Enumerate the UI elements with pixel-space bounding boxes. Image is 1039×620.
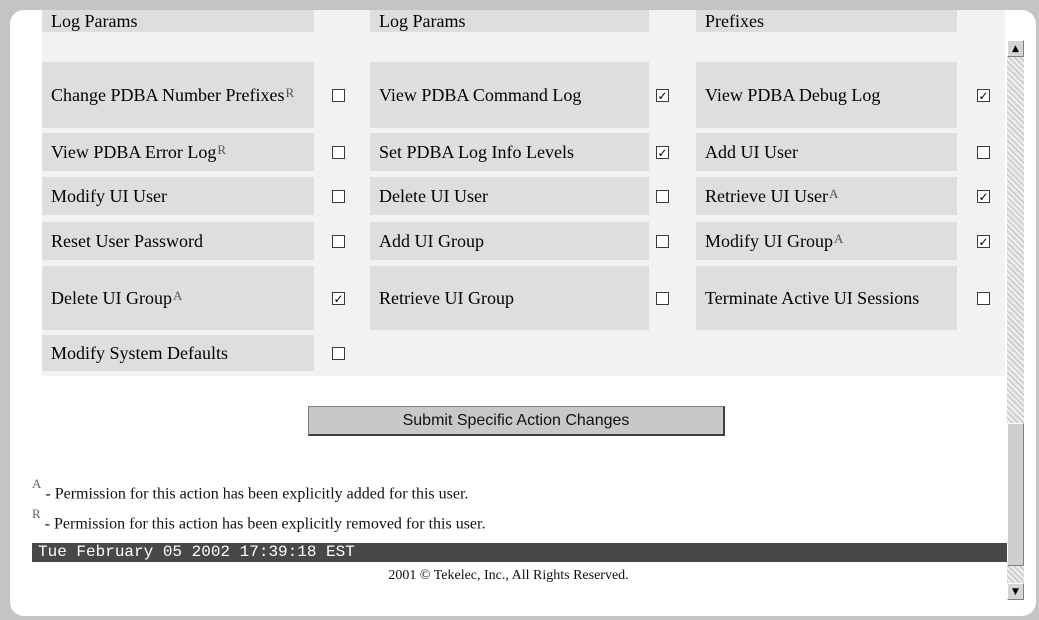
permission-label: Terminate Active UI Sessions bbox=[696, 266, 957, 330]
permission-label-text: Terminate Active UI Sessions bbox=[705, 287, 920, 308]
scroll-up-arrow-icon[interactable]: ▲ bbox=[1007, 40, 1024, 57]
permission-label-text: View PDBA Debug Log bbox=[705, 84, 881, 105]
permission-checkbox[interactable] bbox=[977, 89, 990, 102]
permission-label-text: View PDBA Error Log bbox=[51, 141, 217, 162]
permission-label-text: Retrieve UI Group bbox=[379, 287, 514, 308]
permission-label-text: Reset User Password bbox=[51, 230, 203, 251]
permission-label: Modify UI User bbox=[42, 177, 314, 215]
permission-change-mark: R bbox=[285, 84, 295, 100]
permission-checkbox[interactable] bbox=[332, 190, 345, 203]
permission-label: Retrieve UI User A bbox=[696, 177, 957, 215]
permission-label: Delete UI Group A bbox=[42, 266, 314, 330]
scrollbar-thumb[interactable] bbox=[1007, 423, 1024, 566]
permission-checkbox[interactable] bbox=[656, 89, 669, 102]
permission-label-text: View PDBA Command Log bbox=[379, 84, 582, 105]
permission-checkbox[interactable] bbox=[332, 235, 345, 248]
legend-added: A- Permission for this action has been e… bbox=[32, 476, 469, 503]
permission-label: Add UI Group bbox=[370, 222, 649, 260]
permission-label-text: Add UI Group bbox=[379, 230, 484, 251]
permission-label-text: Retrieve UI User bbox=[705, 185, 828, 206]
permission-change-mark: A bbox=[828, 185, 839, 201]
permission-checkbox[interactable] bbox=[332, 347, 345, 360]
permission-label-text: Log Params bbox=[51, 11, 138, 31]
permission-checkbox[interactable] bbox=[656, 235, 669, 248]
legend-text-added: - Permission for this action has been ex… bbox=[45, 485, 469, 503]
permission-label: View PDBA Command Log bbox=[370, 62, 649, 128]
permission-label-text: Delete UI Group bbox=[51, 287, 172, 308]
copyright-notice: 2001 © Tekelec, Inc., All Rights Reserve… bbox=[388, 568, 629, 583]
permission-checkbox[interactable] bbox=[332, 146, 345, 159]
permission-label: View PDBA Debug Log bbox=[696, 62, 957, 128]
legend-removed: R- Permission for this action has been e… bbox=[32, 506, 486, 533]
permission-label-text: Set PDBA Log Info Levels bbox=[379, 141, 574, 162]
permission-label-text: Modify System Defaults bbox=[51, 342, 228, 363]
permission-checkbox[interactable] bbox=[977, 146, 990, 159]
status-datetime: Tue February 05 2002 17:39:18 EST bbox=[38, 543, 355, 561]
permission-label-text: Log Params bbox=[379, 11, 466, 31]
permission-label-text: Modify UI Group bbox=[705, 230, 833, 251]
permission-label: Add UI User bbox=[696, 133, 957, 171]
permission-label: Delete UI User bbox=[370, 177, 649, 215]
permission-checkbox[interactable] bbox=[332, 89, 345, 102]
status-datetime-bar: Tue February 05 2002 17:39:18 EST bbox=[32, 543, 1007, 562]
permission-label: Retrieve UI Group bbox=[370, 266, 649, 330]
permission-label: Set PDBA Log Info Levels bbox=[370, 133, 649, 171]
legend-mark-r: R bbox=[32, 506, 41, 521]
permission-label: Log Params bbox=[370, 10, 649, 32]
permissions-table: Log Params Change PDBA Number Prefixes R Vi… bbox=[42, 10, 1005, 376]
permission-checkbox[interactable] bbox=[332, 292, 345, 305]
permission-checkbox[interactable] bbox=[977, 190, 990, 203]
vertical-scrollbar[interactable]: ▲ ▼ bbox=[1007, 40, 1024, 600]
permission-change-mark: A bbox=[172, 287, 183, 303]
permission-label-text: Add UI User bbox=[705, 141, 798, 162]
legend-mark-a: A bbox=[32, 476, 42, 491]
permission-label: Modify System Defaults bbox=[42, 335, 314, 371]
page-viewport: Log Params Change PDBA Number Prefixes R Vi… bbox=[10, 10, 1007, 616]
permission-checkbox[interactable] bbox=[977, 235, 990, 248]
submit-specific-action-changes-button[interactable]: Submit Specific Action Changes bbox=[308, 406, 725, 436]
permission-label: Prefixes bbox=[696, 10, 957, 32]
permission-label-text: Delete UI User bbox=[379, 185, 488, 206]
permission-label-text: Modify UI User bbox=[51, 185, 167, 206]
permission-label: Modify UI Group A bbox=[696, 222, 957, 260]
permission-label: Reset User Password bbox=[42, 222, 314, 260]
permission-label: Log Params bbox=[42, 10, 314, 32]
permission-change-mark: R bbox=[217, 141, 227, 157]
permission-change-mark: A bbox=[834, 230, 844, 246]
permission-checkbox[interactable] bbox=[977, 292, 990, 305]
permission-label: View PDBA Error Log R bbox=[42, 133, 314, 171]
legend-text-removed: - Permission for this action has been ex… bbox=[44, 515, 486, 533]
permission-checkbox[interactable] bbox=[656, 146, 669, 159]
permission-checkbox[interactable] bbox=[656, 190, 669, 203]
permission-label: Change PDBA Number Prefixes R bbox=[42, 62, 314, 128]
scroll-down-arrow-icon[interactable]: ▼ bbox=[1007, 583, 1024, 600]
permission-checkbox[interactable] bbox=[656, 292, 669, 305]
browser-frame: Log Params Change PDBA Number Prefixes R Vi… bbox=[10, 10, 1036, 616]
permission-label-text: Change PDBA Number Prefixes bbox=[51, 84, 285, 105]
permission-label-text: Prefixes bbox=[705, 11, 764, 31]
